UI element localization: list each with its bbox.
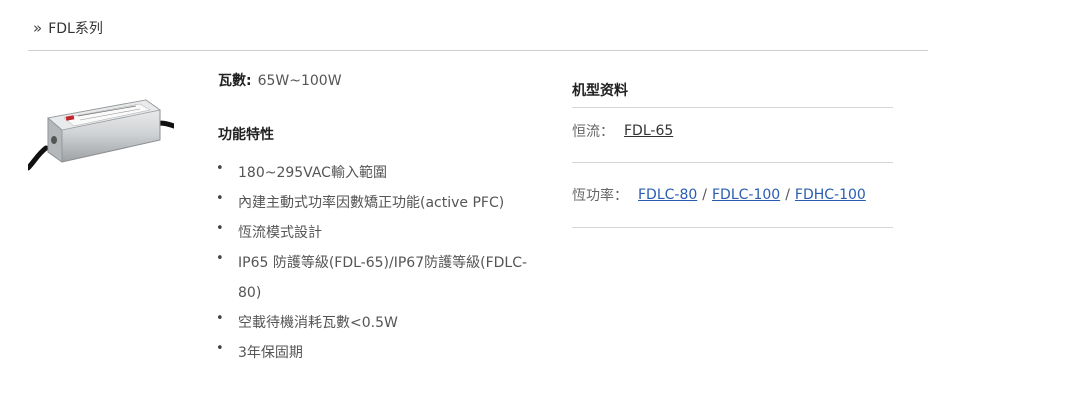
wattage-label: 瓦數:	[218, 73, 252, 89]
constant-current-label: 恒流：	[572, 124, 614, 140]
divider	[572, 162, 893, 163]
wattage-row: 瓦數: 65W~100W	[218, 70, 558, 98]
model-link-fdlc-100[interactable]: FDLC-100	[712, 187, 780, 203]
model-link-fdlc-80[interactable]: FDLC-80	[638, 187, 697, 203]
model-link-fdhc-100[interactable]: FDHC-100	[795, 187, 866, 203]
list-item: 空載待機消耗瓦數<0.5W	[216, 304, 548, 338]
constant-current-row: 恒流： FDL-65	[572, 120, 673, 142]
constant-power-row: 恆功率： FDLC-80 / FDLC-100 / FDHC-100	[572, 184, 866, 206]
product-image	[28, 99, 174, 171]
features-list: 180~295VAC輸入範圍 內建主動式功率因數矯正功能(active PFC)…	[216, 154, 548, 368]
constant-power-label: 恆功率：	[572, 188, 628, 204]
list-item: IP65 防護等級(FDL-65)/IP67防護等級(FDLC-80)	[216, 244, 548, 308]
model-link-fdl-65[interactable]: FDL-65	[624, 123, 673, 139]
list-item: 恆流模式設計	[216, 214, 548, 248]
header-divider	[28, 50, 928, 51]
list-item: 內建主動式功率因數矯正功能(active PFC)	[216, 184, 548, 218]
divider	[572, 227, 893, 228]
wattage-value: 65W~100W	[257, 73, 342, 89]
list-item: 3年保固期	[216, 334, 548, 368]
spec-column: 瓦數: 65W~100W 功能特性 180~295VAC輸入範圍 內建主動式功率…	[216, 70, 558, 364]
model-info-title: 机型资料	[572, 83, 628, 99]
breadcrumb: » FDL系列	[33, 17, 103, 39]
features-title: 功能特性	[218, 127, 274, 143]
list-item: 180~295VAC輸入範圍	[216, 154, 548, 188]
double-chevron-right-icon: »	[33, 19, 43, 37]
link-separator: /	[785, 187, 790, 203]
link-separator: /	[702, 187, 707, 203]
series-title: FDL系列	[48, 21, 103, 37]
divider	[572, 107, 893, 108]
